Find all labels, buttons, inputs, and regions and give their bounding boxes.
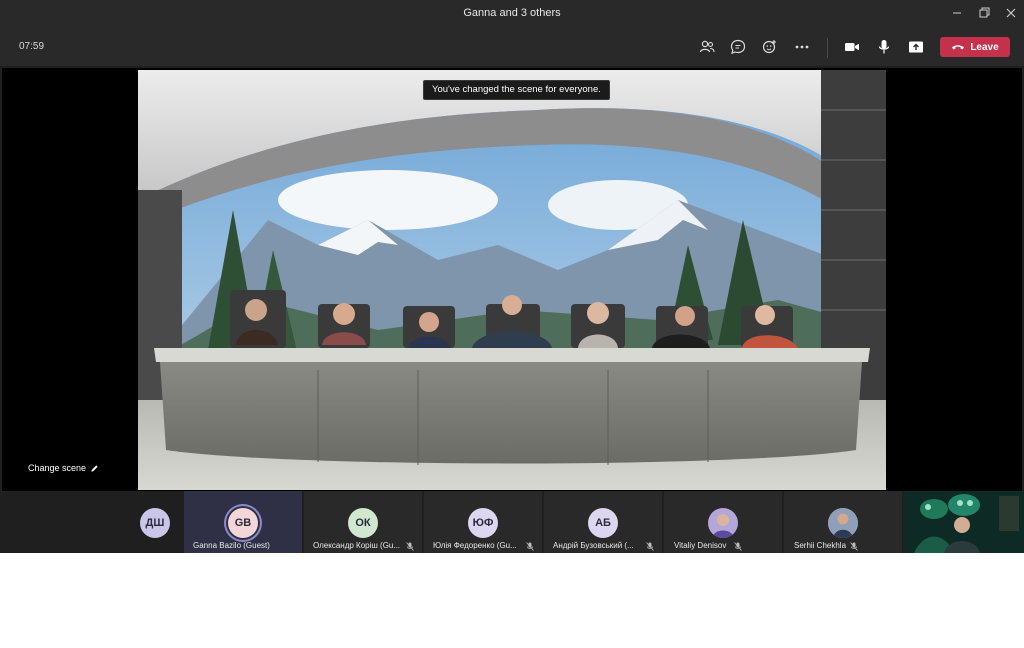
title-bar: Ganna and 3 others — [0, 0, 1024, 28]
microphone-icon — [878, 40, 890, 54]
mic-muted-icon — [646, 542, 654, 551]
avatar: ЮФ — [468, 508, 498, 538]
window-title: Ganna and 3 others — [463, 7, 561, 19]
share-screen-button[interactable] — [903, 35, 929, 59]
participant-tile[interactable]: ОК Олександр Коріш (Gu... — [304, 491, 422, 553]
mic-muted-icon — [734, 542, 742, 551]
restore-button[interactable] — [973, 3, 995, 23]
together-mode-scene — [138, 70, 886, 490]
chat-button[interactable] — [725, 35, 751, 59]
participant-strip: ДШ GB Ganna Bazilo (Guest) ОК Олександр … — [0, 491, 1024, 553]
participant-tile[interactable]: АБ Андрій Бузовський (... — [544, 491, 662, 553]
mic-muted-icon — [406, 542, 414, 551]
pencil-icon — [91, 464, 98, 472]
camera-icon — [845, 43, 859, 51]
minimize-icon — [953, 12, 961, 14]
avatar-photo — [828, 508, 858, 538]
more-icon — [795, 45, 809, 49]
teams-meeting-window: Ganna and 3 others 07:59 Leave You've ch… — [0, 0, 1024, 553]
participant-name: Ganna Bazilo (Guest) — [193, 541, 270, 550]
avatar: ДШ — [140, 508, 170, 538]
avatar: АБ — [588, 508, 618, 538]
chat-icon — [730, 39, 746, 55]
avatar: GB — [228, 508, 258, 538]
participant-tile[interactable]: Serhii Chekhla — [784, 491, 902, 553]
share-icon — [909, 41, 923, 53]
people-icon — [699, 40, 715, 53]
leave-label: Leave — [970, 41, 999, 53]
scene-changed-toast: You've changed the scene for everyone. — [423, 80, 610, 100]
camera-button[interactable] — [839, 35, 865, 59]
restore-icon — [979, 7, 990, 18]
minimize-button[interactable] — [946, 3, 968, 23]
close-icon — [1006, 8, 1016, 18]
change-scene-label: Change scene — [28, 463, 87, 473]
participant-name: Олександр Коріш (Gu... — [313, 541, 401, 550]
meeting-timer: 07:59 — [19, 41, 45, 52]
reactions-button[interactable] — [757, 35, 783, 59]
participant-tile[interactable]: ДШ — [62, 491, 182, 553]
meeting-toolbar: 07:59 Leave — [0, 28, 1024, 66]
change-scene-button[interactable]: Change scene — [28, 463, 99, 473]
microphone-button[interactable] — [871, 35, 897, 59]
participant-tile[interactable]: ЮФ Юлія Федоренко (Gu... — [424, 491, 542, 553]
self-view-video[interactable] — [904, 491, 1024, 553]
more-actions-button[interactable] — [789, 35, 815, 59]
phone-hangup-icon — [952, 45, 965, 50]
participant-name: Serhii Chekhla — [794, 541, 847, 550]
mic-muted-icon — [526, 542, 534, 551]
participant-name: Юлія Федоренко (Gu... — [433, 541, 517, 550]
avatar-photo — [708, 508, 738, 538]
participant-tile-active-speaker[interactable]: GB Ganna Bazilo (Guest) — [184, 491, 302, 553]
participants-button[interactable] — [694, 35, 720, 59]
close-button[interactable] — [1000, 3, 1022, 23]
toolbar-divider — [827, 38, 828, 58]
mic-muted-icon — [850, 542, 858, 551]
avatar: ОК — [348, 508, 378, 538]
reactions-icon — [762, 40, 776, 54]
participant-name: Андрій Бузовський (... — [553, 541, 634, 550]
participant-tile[interactable]: Vitaliy Denisov — [664, 491, 782, 553]
participant-name: Vitaliy Denisov — [674, 541, 727, 550]
leave-button[interactable]: Leave — [940, 37, 1010, 57]
